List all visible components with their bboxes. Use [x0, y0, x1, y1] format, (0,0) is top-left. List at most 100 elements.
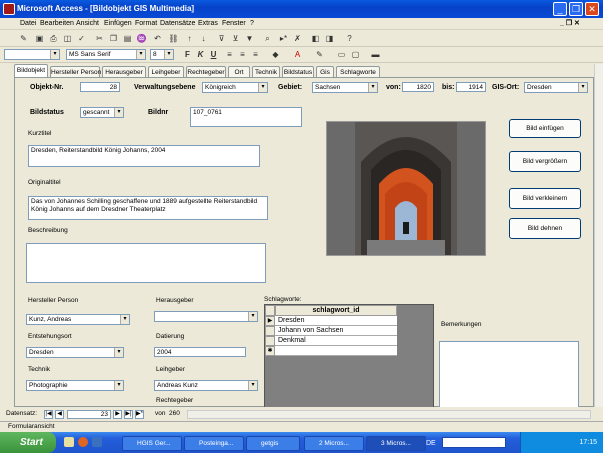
horizontal-scrollbar[interactable] [187, 410, 591, 419]
underline-icon[interactable]: U [208, 49, 219, 60]
new-record-icon[interactable]: ▸* [278, 33, 289, 44]
table-row[interactable]: Dresden [275, 316, 397, 326]
minimize-button[interactable]: _ [553, 2, 567, 16]
design-view-icon[interactable]: ✎ [18, 33, 29, 44]
close-button[interactable]: ✕ [585, 2, 599, 16]
prev-record-icon[interactable]: ◀ [55, 410, 64, 419]
sort-asc-icon[interactable]: ↑ [184, 33, 195, 44]
access-app-icon[interactable] [3, 3, 15, 15]
menu-format[interactable]: Format [135, 19, 157, 29]
paste-icon[interactable]: ▤ [122, 33, 133, 44]
schlagwort-subform[interactable]: schlagwort_id ▶ Dresden Johann von Sachs… [264, 304, 434, 410]
originaltitel-field[interactable]: Das von Johannes Schilling geschaffene u… [28, 196, 268, 220]
gebiet-combo[interactable]: Sachsen ▾ [312, 82, 378, 93]
special-effect-icon[interactable]: ▢ [350, 49, 361, 60]
next-record-icon[interactable]: ▶ [113, 410, 122, 419]
menu-bearbeiten[interactable]: Bearbeiten [40, 19, 74, 29]
gis-ort-combo[interactable]: Dresden ▾ [524, 82, 588, 93]
align-left-icon[interactable]: ≡ [224, 49, 235, 60]
copy-icon[interactable]: ❐ [108, 33, 119, 44]
von-field[interactable]: 1820 [402, 82, 434, 92]
grid-corner[interactable] [265, 305, 275, 316]
print-preview-icon[interactable]: ◫ [62, 33, 73, 44]
print-icon[interactable]: ⎙ [48, 33, 59, 44]
font-color-icon[interactable]: A [292, 49, 303, 60]
verwaltungsebene-combo[interactable]: Königreich ▾ [202, 82, 268, 93]
undo-icon[interactable]: ↶ [152, 33, 163, 44]
new-object-icon[interactable]: ◨ [324, 33, 335, 44]
font-size-combo[interactable]: 8 ▾ [150, 49, 174, 60]
task-2-microsoft[interactable]: 2 Micros... [304, 436, 364, 451]
first-record-icon[interactable]: |◀ [44, 410, 53, 419]
language-indicator[interactable]: DE [426, 440, 436, 447]
align-right-icon[interactable]: ≡ [250, 49, 261, 60]
insert-hyperlink-icon[interactable]: ⛓ [168, 33, 179, 44]
menu-fenster[interactable]: Fenster [222, 19, 246, 29]
start-button[interactable]: Start [0, 432, 56, 453]
menu-help[interactable]: ? [250, 19, 254, 29]
technik-combo[interactable]: Photographie ▾ [26, 380, 124, 391]
task-3-microsoft[interactable]: 3 Micros... [366, 436, 426, 451]
doc-window-controls[interactable]: _ ❐ ✕ [560, 19, 580, 29]
cut-icon[interactable]: ✂ [94, 33, 105, 44]
help-icon[interactable]: ? [344, 33, 355, 44]
row-selector-current-icon[interactable]: ▶ [265, 316, 275, 326]
vertical-scrollbar[interactable] [594, 64, 603, 407]
menu-ansicht[interactable]: Ansicht [76, 19, 99, 29]
bis-field[interactable]: 1914 [456, 82, 486, 92]
objekt-nr-field[interactable]: 28 [80, 82, 120, 92]
menu-datei[interactable]: Datei [20, 19, 36, 29]
quicklaunch-icon[interactable] [64, 437, 74, 447]
bild-einfuegen-button[interactable]: Bild einfügen [509, 119, 581, 138]
leihgeber-combo[interactable]: Andreas Kunz ▾ [154, 380, 258, 391]
last-record-icon[interactable]: ▶| [124, 410, 133, 419]
task-hgis[interactable]: HGIS Ger... [122, 436, 182, 451]
maximize-button[interactable]: ❐ [569, 2, 583, 16]
menu-datensaetze[interactable]: Datensätze [160, 19, 195, 29]
bemerkungen-field[interactable] [439, 341, 579, 409]
save-icon[interactable]: ▣ [34, 33, 45, 44]
task-posteingang[interactable]: Posteinga... [184, 436, 244, 451]
sort-desc-icon[interactable]: ↓ [198, 33, 209, 44]
database-window-icon[interactable]: ◧ [310, 33, 321, 44]
address-box[interactable] [442, 437, 506, 448]
bold-icon[interactable]: F [182, 49, 193, 60]
current-record-field[interactable]: 23 [67, 410, 111, 419]
spellcheck-icon[interactable]: ✓ [76, 33, 87, 44]
filter-selection-icon[interactable]: ⊽ [216, 33, 227, 44]
align-center-icon[interactable]: ≡ [237, 49, 248, 60]
font-name-combo[interactable]: MS Sans Serif ▾ [66, 49, 146, 60]
menu-einfuegen[interactable]: Einfügen [104, 19, 132, 29]
beschreibung-field[interactable] [26, 243, 266, 283]
firefox-icon[interactable] [78, 437, 88, 447]
object-combo[interactable]: ▾ [4, 49, 60, 60]
italic-icon[interactable]: K [195, 49, 206, 60]
new-row-selector-icon[interactable]: ✱ [265, 346, 275, 356]
bild-dehnen-button[interactable]: Bild dehnen [509, 218, 581, 239]
datierung-field[interactable]: 2004 [154, 347, 246, 357]
new-record-nav-icon[interactable]: ▶* [135, 410, 144, 419]
line-color-icon[interactable]: ✎ [314, 49, 325, 60]
schlagwort-id-header[interactable]: schlagwort_id [275, 305, 397, 316]
herausgeber-combo[interactable]: ▾ [154, 311, 258, 322]
row-selector[interactable] [265, 336, 275, 346]
fill-color-icon[interactable]: ◆ [270, 49, 281, 60]
table-row[interactable]: Johann von Sachsen [275, 326, 397, 336]
bildnr-field[interactable]: 107_0761 [190, 107, 302, 127]
kurztitel-field[interactable]: Dresden, Reiterstandbild König Johanns, … [28, 145, 260, 167]
apply-filter-icon[interactable]: ▼ [244, 33, 255, 44]
hersteller-combo[interactable]: Kunz, Andreas ▾ [26, 314, 130, 325]
find-icon[interactable]: ⌕ [262, 33, 273, 44]
task-getgis[interactable]: getgis [246, 436, 300, 451]
bildstatus-combo[interactable]: gescannt ▾ [80, 107, 124, 118]
format-painter-icon[interactable]: ♒ [136, 33, 147, 44]
ie-icon[interactable] [92, 437, 102, 447]
menu-extras[interactable]: Extras [198, 19, 218, 29]
delete-record-icon[interactable]: ✗ [292, 33, 303, 44]
tab-bildobjekt[interactable]: Bildobjekt [14, 64, 48, 78]
bild-vergroessern-button[interactable]: Bild vergrößern [509, 151, 581, 172]
new-row[interactable] [275, 346, 397, 356]
filter-form-icon[interactable]: ⊻ [230, 33, 241, 44]
row-selector[interactable] [265, 326, 275, 336]
table-row[interactable]: Denkmal [275, 336, 397, 346]
